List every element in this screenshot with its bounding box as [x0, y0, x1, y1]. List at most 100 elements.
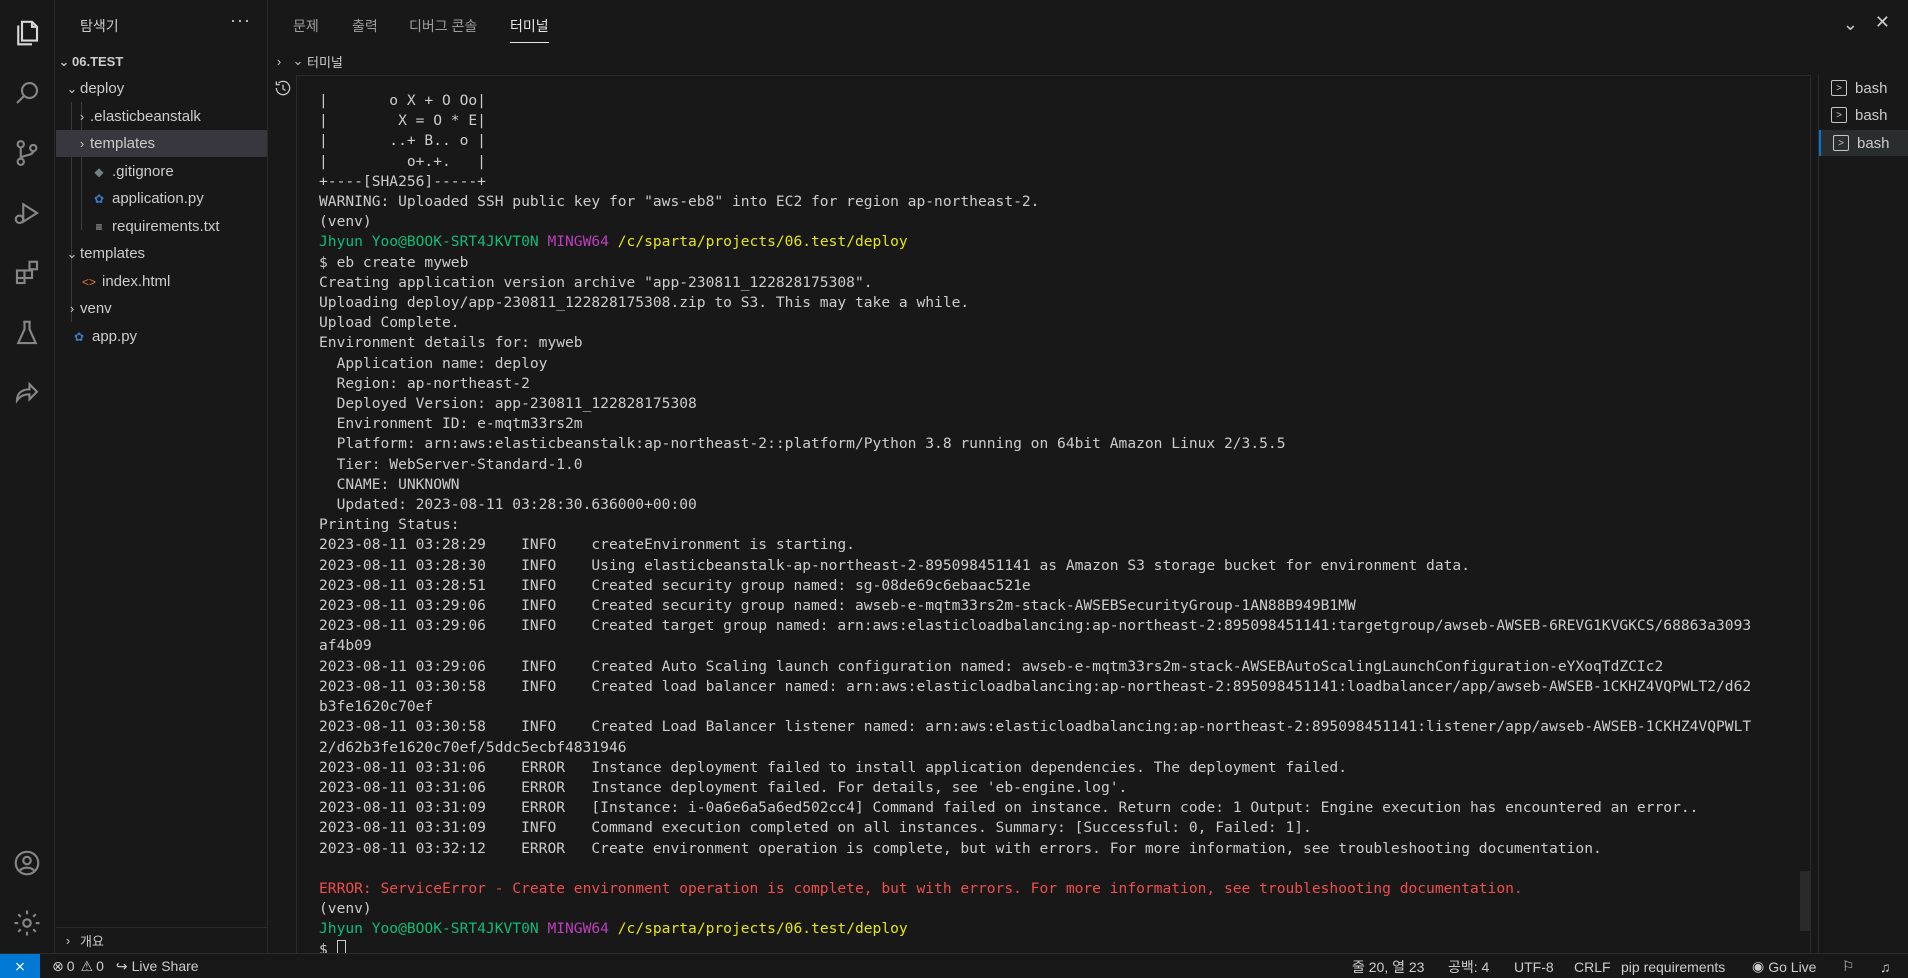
terminal-line: 2023-08-11 03:28:29 INFO createEnvironme… — [319, 536, 855, 554]
go-live-button[interactable]: ◉ Go Live — [1752, 954, 1816, 978]
account-icon[interactable] — [10, 846, 44, 880]
settings-gear-icon[interactable] — [10, 906, 44, 940]
source-control-icon[interactable] — [10, 136, 44, 170]
terminal-line: Updated: 2023-08-11 03:28:30.636000+00:0… — [319, 496, 697, 514]
chevron-down-icon[interactable]: ⌄ — [1843, 14, 1858, 35]
terminal-scrollbar[interactable] — [1800, 871, 1810, 931]
more-actions-button[interactable]: ··· — [230, 10, 251, 31]
chevron-down-icon: ⌄ — [58, 53, 70, 69]
cursor-position[interactable]: 줄 20, 열 23 — [1352, 954, 1424, 978]
terminal-icon: > — [1831, 80, 1847, 96]
prompt-env: MINGW64 — [547, 233, 618, 251]
terminal-line: Creating application version archive "ap… — [319, 273, 873, 291]
prompt-env: MINGW64 — [547, 920, 618, 938]
terminal-list-label: bash — [1855, 106, 1888, 124]
tab-debug-console[interactable]: 디버그 콘솔 — [409, 16, 477, 36]
panel-tabs: 문제 출력 디버그 콘솔 터미널 ⌄ ✕ — [269, 0, 1908, 50]
terminal-line: WARNING: Uploaded SSH public key for "aw… — [319, 193, 1040, 211]
terminal-line: 2023-08-11 03:31:09 INFO Command executi… — [319, 819, 1312, 837]
chevron-right-icon: › — [79, 136, 85, 151]
terminal-line: 2/d62b3fe1620c70ef/5ddc5ecbf4831946 — [319, 738, 627, 756]
terminal-line: 2023-08-11 03:31:06 ERROR Instance deplo… — [319, 758, 1347, 776]
tree-item-label: .elasticbeanstalk — [90, 108, 201, 125]
terminal-icon: > — [1831, 107, 1847, 123]
terminal-list-label: bash — [1857, 134, 1890, 152]
terminal-line: (venv) — [319, 900, 372, 918]
terminal-prompt-line: Jhyun Yoo@BOOK-SRT4JKVT0N MINGW64 /c/spa… — [319, 919, 1751, 939]
tab-terminal[interactable]: 터미널 — [510, 16, 549, 43]
tree-item-label: templates — [90, 135, 156, 152]
live-share-status[interactable]: ↪ Live Share — [116, 958, 199, 975]
tree-root-folder[interactable]: ⌄ 06.TEST — [56, 48, 267, 75]
terminal-list-item[interactable]: > bash — [1819, 75, 1908, 101]
tree-item-elasticbeanstalk[interactable]: › .elasticbeanstalk — [56, 103, 267, 130]
tree-item-application-py[interactable]: ✿ application.py — [56, 185, 267, 212]
terminal-list-item[interactable]: > bash — [1819, 102, 1908, 128]
tree-item-venv[interactable]: › venv — [56, 295, 267, 322]
prompt-path: /c/sparta/projects/06.test/deploy — [617, 920, 908, 938]
tree-item-index-html[interactable]: <> index.html — [56, 268, 267, 295]
terminal-line: Uploading deploy/app-230811_122828175308… — [319, 294, 970, 312]
status-bar: ⨯ ⊗ 0 ⚠ 0 ↪ Live Share 줄 20, 열 23 공백: 4 … — [0, 953, 1908, 978]
terminal-line: Upload Complete. — [319, 314, 460, 332]
notifications-bell-icon[interactable]: ♫ — [1880, 954, 1891, 978]
terminal-view[interactable]: | o X + O Oo| | X = O * E| | ..+ B.. o | | … — [296, 75, 1811, 958]
prompt-user: Jhyun Yoo@BOOK-SRT4JKVT0N — [319, 233, 548, 251]
accounts-status-icon[interactable]: ⚐ — [1842, 954, 1855, 978]
python-file-icon: ✿ — [93, 191, 105, 206]
tab-output[interactable]: 출력 — [352, 16, 378, 36]
terminal-list-label: bash — [1855, 79, 1888, 97]
terminal-line: Application name: deploy — [319, 354, 548, 372]
terminal-line: Environment ID: e-mqtm33rs2m — [319, 415, 583, 433]
sidebar-title: 탐색기 — [80, 18, 119, 34]
indentation-status[interactable]: 공백: 4 — [1448, 954, 1489, 978]
terminal-line: (venv) — [319, 213, 372, 231]
eol-status[interactable]: CRLF — [1574, 954, 1611, 978]
tab-problems[interactable]: 문제 — [293, 16, 319, 36]
terminal-line: +----[SHA256]-----+ — [319, 172, 486, 190]
warning-icon: ⚠ — [80, 957, 94, 974]
chevron-down-icon: ⌄ — [66, 80, 78, 96]
tree-item-app-py[interactable]: ✿ app.py — [56, 323, 267, 350]
history-icon[interactable] — [273, 78, 293, 98]
terminal-list-item-active[interactable]: > bash — [1819, 130, 1908, 156]
tree-item-gitignore[interactable]: ◆ .gitignore — [56, 158, 267, 185]
problems-status[interactable]: ⊗ 0 ⚠ 0 — [52, 958, 104, 975]
explorer-icon[interactable] — [10, 16, 44, 50]
terminal-line: Platform: arn:aws:elasticbeanstalk:ap-no… — [319, 435, 1286, 453]
chevron-down-icon: ⌄ — [66, 245, 78, 261]
encoding-status[interactable]: UTF-8 — [1514, 954, 1554, 978]
terminal-line: Region: ap-northeast-2 — [319, 374, 530, 392]
tree-item-requirements-txt[interactable]: ≡ requirements.txt — [56, 213, 267, 240]
testing-icon[interactable] — [10, 316, 44, 350]
tree-item-deploy[interactable]: ⌄ deploy — [56, 75, 267, 102]
terminal-error-line: ERROR: ServiceError - Create environment… — [319, 879, 1523, 897]
language-mode[interactable]: pip requirements — [1621, 954, 1725, 978]
error-count: 0 — [66, 958, 75, 974]
terminal-prompt-line: Jhyun Yoo@BOOK-SRT4JKVT0N MINGW64 /c/spa… — [319, 232, 1751, 252]
error-icon: ⊗ — [52, 957, 64, 974]
outline-label: 개요 — [80, 934, 104, 949]
terminal-line: 2023-08-11 03:31:09 ERROR [Instance: i-0… — [319, 799, 1699, 817]
tree-item-templates[interactable]: ⌄ templates — [56, 240, 267, 267]
outline-section-header[interactable]: › 개요 — [56, 927, 267, 953]
search-icon[interactable] — [10, 76, 44, 110]
warning-count: 0 — [96, 958, 104, 974]
close-icon[interactable]: ✕ — [1875, 12, 1890, 33]
terminal-section-header[interactable]: › ⌄ 터미널 — [269, 49, 1908, 73]
terminal-line: Tier: WebServer-Standard-1.0 — [319, 455, 583, 473]
terminal-output[interactable]: | o X + O Oo| | X = O * E| | ..+ B.. o | | … — [319, 91, 1751, 960]
run-debug-icon[interactable] — [10, 196, 44, 230]
tree-item-templates-deploy[interactable]: › templates — [56, 130, 267, 157]
tree-item-label: app.py — [92, 328, 138, 345]
terminal-icon: > — [1833, 135, 1849, 151]
live-share-icon[interactable] — [10, 376, 44, 410]
remote-indicator-icon[interactable]: ⨯ — [0, 953, 40, 978]
tree-item-label: .gitignore — [112, 163, 174, 180]
terminal-line: 2023-08-11 03:28:30 INFO Using elasticbe… — [319, 556, 1470, 574]
terminal-line: | o+.+. | — [319, 152, 486, 170]
terminal-line: b3fe1620c70ef — [319, 698, 434, 716]
tree-item-label: requirements.txt — [112, 218, 220, 235]
bottom-panel: 문제 출력 디버그 콘솔 터미널 ⌄ ✕ › ⌄ 터미널 | o X + O O… — [269, 0, 1908, 958]
extensions-icon[interactable] — [10, 256, 44, 290]
